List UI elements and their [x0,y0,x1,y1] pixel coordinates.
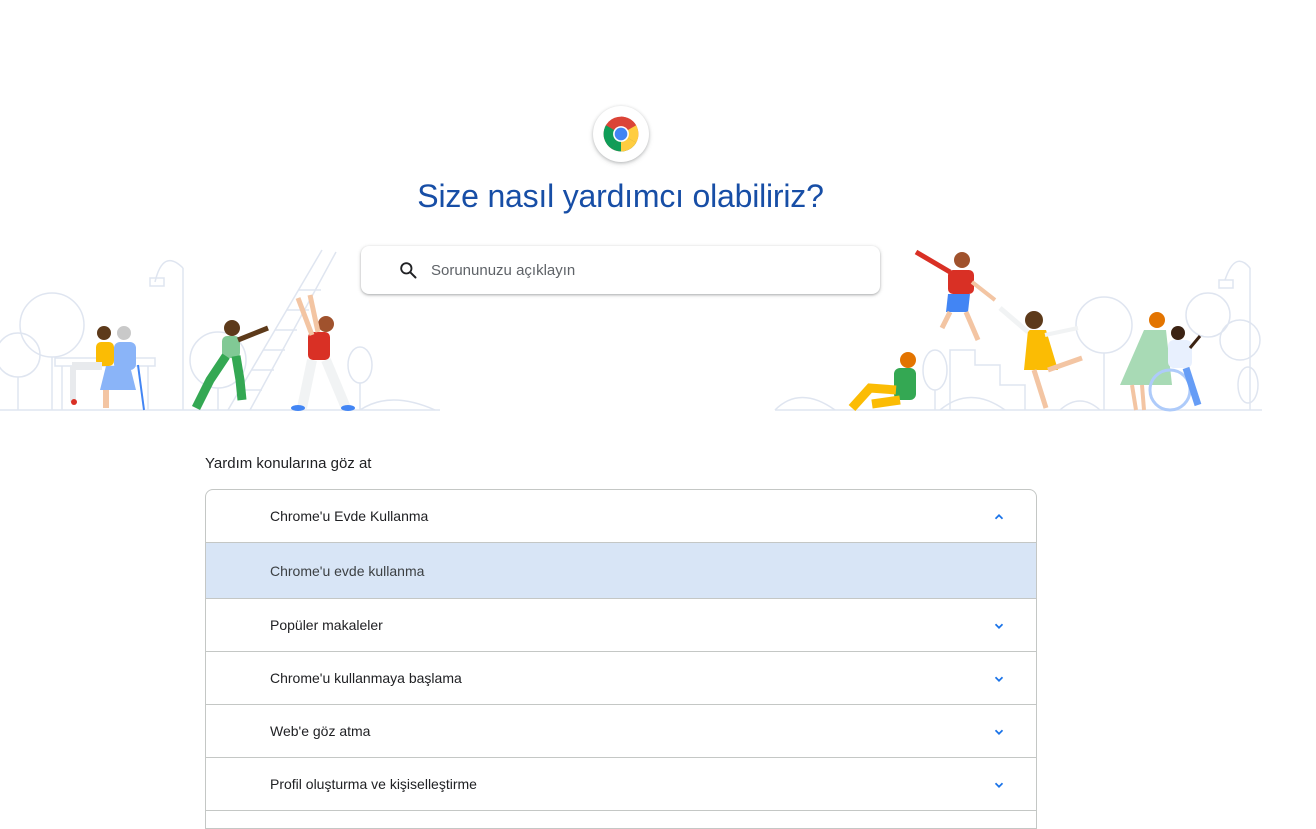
topic-profiles[interactable]: Profil oluşturma ve kişiselleştirme [206,758,1036,811]
page-title: Size nasıl yardımcı olabiliriz? [417,178,824,214]
topic-getting-started[interactable]: Chrome'u kullanmaya başlama [206,652,1036,705]
browse-topics-heading: Yardım konularına göz at [205,455,372,472]
topic-label: Chrome'u kullanmaya başlama [270,670,462,686]
chrome-logo [593,106,649,162]
topic-label: Popüler makaleler [270,617,383,633]
topic-label: Web'e göz atma [270,723,371,739]
chevron-down-icon[interactable] [992,725,1006,739]
topic-browse-web[interactable]: Web'e göz atma [206,705,1036,758]
topic-chrome-at-home[interactable]: Chrome'u Evde Kullanma [206,490,1036,543]
chrome-logo-icon [603,116,639,152]
chevron-down-icon[interactable] [992,619,1006,633]
subtopic-label: Chrome'u evde kullanma [270,563,425,579]
search-input[interactable] [431,246,861,294]
search-box[interactable] [361,246,880,294]
chevron-down-icon[interactable] [992,778,1006,792]
chevron-up-icon[interactable] [992,510,1006,524]
search-icon[interactable] [398,260,418,280]
chevron-down-icon[interactable] [992,672,1006,686]
help-topics-accordion: Chrome'u Evde Kullanma Chrome'u evde kul… [205,489,1037,829]
topic-label: Chrome'u Evde Kullanma [270,508,429,524]
topic-popular-articles[interactable]: Popüler makaleler [206,599,1036,652]
subtopic-chrome-at-home[interactable]: Chrome'u evde kullanma [206,543,1036,599]
topic-label: Profil oluşturma ve kişiselleştirme [270,776,477,792]
